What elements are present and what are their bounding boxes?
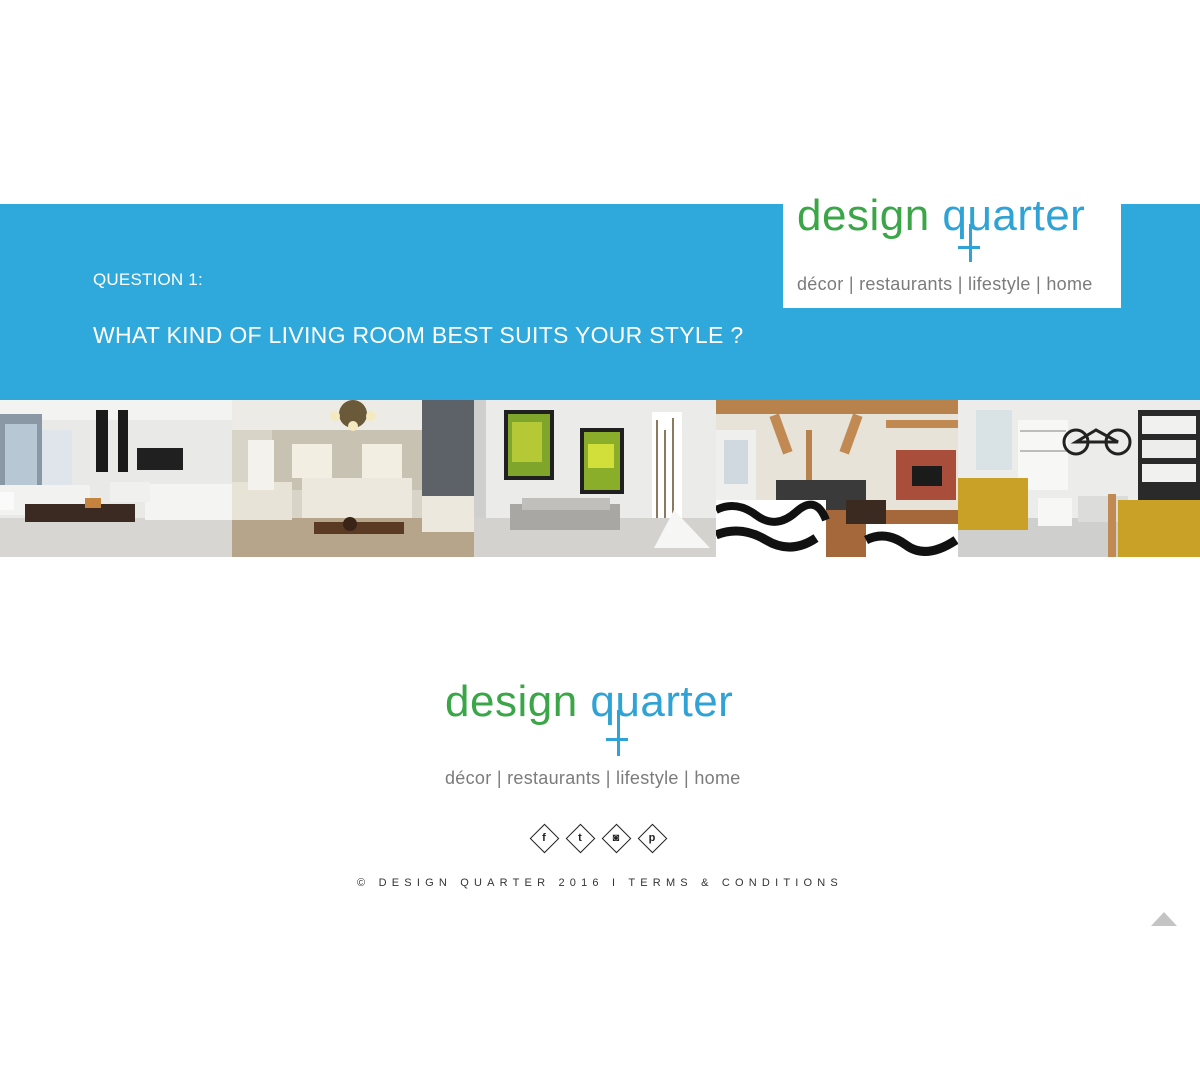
logo-word-quarter: quarter xyxy=(942,191,1086,240)
logo-tagline: décor | restaurants | lifestyle | home xyxy=(797,274,1093,294)
quiz-page: QUESTION 1: WHAT KIND OF LIVING ROOM BES… xyxy=(0,0,1200,1080)
twitter-glyph: t xyxy=(578,832,582,844)
question-number: QUESTION 1: xyxy=(93,270,203,289)
option-classic-living-room[interactable] xyxy=(232,400,474,557)
footer-logo-word-quarter: quarter xyxy=(590,677,734,726)
footer-logo[interactable]: design quarter décor | restaurants | lif… xyxy=(445,677,740,789)
option-modern-living-room[interactable] xyxy=(0,400,232,557)
terms-link[interactable]: TERMS & CONDITIONS xyxy=(628,877,843,889)
footer-logo-word-design: design xyxy=(445,677,578,726)
instagram-glyph: ◙ xyxy=(612,832,620,844)
social-links: f t ◙ p xyxy=(529,823,668,854)
footer-logo-wordmark: design quarter xyxy=(445,677,734,756)
facebook-icon[interactable]: f xyxy=(529,823,560,854)
footer-separator: I xyxy=(612,877,621,889)
living-room-scandinavian-image xyxy=(958,400,1200,557)
footer-logo-q-cross-icon xyxy=(606,738,628,741)
logo-q-tail-icon xyxy=(969,224,972,262)
living-room-modern-image xyxy=(0,400,232,557)
question-text: WHAT KIND OF LIVING ROOM BEST SUITS YOUR… xyxy=(93,322,744,348)
living-room-rustic-image xyxy=(716,400,958,557)
copyright-text: © DESIGN QUARTER 2016 xyxy=(357,877,604,889)
logo-word-design: design xyxy=(797,191,930,240)
copyright-line: © DESIGN QUARTER 2016 I TERMS & CONDITIO… xyxy=(0,877,1200,889)
scroll-to-top-icon[interactable] xyxy=(1151,912,1177,926)
header-logo: design quarter décor | restaurants | lif… xyxy=(797,191,1092,295)
logo-wordmark: design quarter xyxy=(797,191,1086,262)
living-room-classic-image xyxy=(232,400,474,557)
option-minimalist-living-room[interactable] xyxy=(474,400,716,557)
footer-logo-tagline: décor | restaurants | lifestyle | home xyxy=(445,768,741,788)
header-logo-box[interactable]: design quarter décor | restaurants | lif… xyxy=(783,186,1121,308)
instagram-icon[interactable]: ◙ xyxy=(601,823,632,854)
logo-q-cross-icon xyxy=(958,246,980,249)
facebook-glyph: f xyxy=(542,832,546,844)
living-room-minimalist-image xyxy=(474,400,716,557)
option-rustic-living-room[interactable] xyxy=(716,400,958,557)
pinterest-glyph: p xyxy=(648,832,656,844)
pinterest-icon[interactable]: p xyxy=(637,823,668,854)
option-scandinavian-living-room[interactable] xyxy=(958,400,1200,557)
twitter-icon[interactable]: t xyxy=(565,823,596,854)
answer-options xyxy=(0,400,1200,557)
footer-logo-q-tail-icon xyxy=(617,710,620,756)
